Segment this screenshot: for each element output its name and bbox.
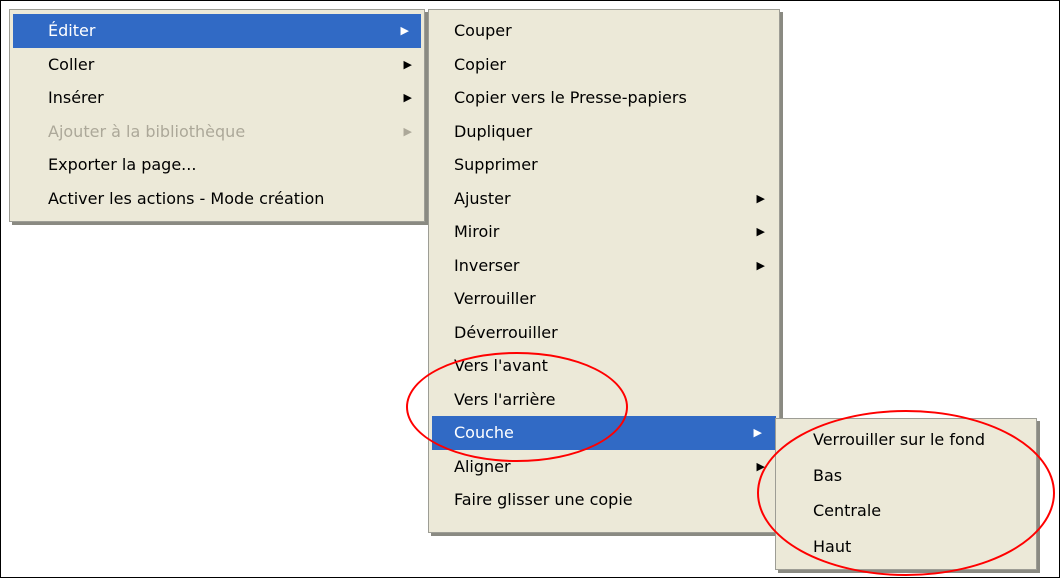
menu-item-bas[interactable]: Bas bbox=[776, 458, 1036, 494]
menu-item-label: Faire glisser une copie bbox=[454, 490, 633, 509]
submenu-arrow-icon: ▶ bbox=[403, 124, 412, 138]
menu-item-label: Déverrouiller bbox=[454, 322, 558, 342]
menu-item-inverser[interactable]: Inverser ▶ bbox=[429, 249, 779, 283]
submenu-arrow-icon: ▶ bbox=[753, 426, 762, 439]
menu-item-copier-presse-papiers[interactable]: Copier vers le Presse-papiers bbox=[429, 81, 779, 115]
menu-item-label: Vers l'avant bbox=[454, 356, 548, 375]
menu-item-label: Ajuster bbox=[454, 188, 511, 208]
layer-submenu: Verrouiller sur le fond Bas Centrale Hau… bbox=[775, 418, 1037, 570]
menu-item-deverrouiller[interactable]: Déverrouiller bbox=[429, 316, 779, 350]
menu-item-label: Insérer bbox=[48, 88, 104, 107]
menu-item-label: Copier vers le Presse-papiers bbox=[454, 88, 687, 107]
menu-item-label: Supprimer bbox=[454, 155, 538, 174]
menu-item-aligner[interactable]: Aligner ▶ bbox=[429, 450, 779, 484]
menu-item-label: Inverser bbox=[454, 255, 520, 275]
menu-item-label: Bas bbox=[813, 465, 843, 485]
submenu-arrow-icon: ▶ bbox=[756, 191, 765, 205]
menu-item-inserer[interactable]: Insérer ▶ bbox=[10, 81, 424, 115]
menu-item-faire-glisser-copie[interactable]: Faire glisser une copie bbox=[429, 483, 779, 517]
menu-item-label: Couche bbox=[454, 423, 514, 442]
submenu-arrow-icon: ▶ bbox=[756, 258, 765, 272]
menu-item-label: Ajouter à la bibliothèque bbox=[48, 121, 246, 141]
submenu-arrow-icon: ▶ bbox=[403, 57, 412, 71]
menu-item-couper[interactable]: Couper bbox=[429, 14, 779, 48]
menu-item-ajuster[interactable]: Ajuster ▶ bbox=[429, 182, 779, 216]
menu-item-label: Coller bbox=[48, 54, 95, 74]
menu-item-label: Éditer bbox=[48, 21, 96, 40]
menu-item-haut[interactable]: Haut bbox=[776, 529, 1036, 565]
menu-item-coller[interactable]: Coller ▶ bbox=[10, 48, 424, 82]
menu-item-label: Aligner bbox=[454, 456, 511, 476]
menu-item-vers-avant[interactable]: Vers l'avant bbox=[429, 349, 779, 383]
menu-item-label: Verrouiller sur le fond bbox=[813, 430, 986, 449]
menu-item-copier[interactable]: Copier bbox=[429, 48, 779, 82]
menu-item-label: Activer les actions - Mode création bbox=[48, 188, 325, 208]
menu-item-miroir[interactable]: Miroir ▶ bbox=[429, 215, 779, 249]
menu-item-exporter-page[interactable]: Exporter la page... bbox=[10, 148, 424, 182]
menu-item-vers-arriere[interactable]: Vers l'arrière bbox=[429, 383, 779, 417]
menu-item-label: Couper bbox=[454, 21, 512, 40]
context-menu: Éditer ▶ Coller ▶ Insérer ▶ Ajouter à la bi… bbox=[9, 9, 425, 222]
menu-item-label: Miroir bbox=[454, 222, 500, 241]
menu-item-editer[interactable]: Éditer ▶ bbox=[13, 14, 421, 48]
submenu-arrow-icon: ▶ bbox=[403, 91, 412, 104]
menu-item-label: Haut bbox=[813, 536, 852, 556]
menu-item-label: Copier bbox=[454, 54, 506, 74]
menu-item-verrouiller-fond[interactable]: Verrouiller sur le fond bbox=[776, 422, 1036, 458]
menu-item-dupliquer[interactable]: Dupliquer bbox=[429, 115, 779, 149]
menu-item-verrouiller[interactable]: Verrouiller bbox=[429, 282, 779, 316]
submenu-arrow-icon: ▶ bbox=[756, 459, 765, 473]
menu-item-supprimer[interactable]: Supprimer bbox=[429, 148, 779, 182]
edit-submenu: Couper Copier Copier vers le Presse-papi… bbox=[428, 9, 780, 533]
menu-item-couche[interactable]: Couche ▶ bbox=[432, 416, 776, 450]
submenu-arrow-icon: ▶ bbox=[400, 24, 409, 37]
menu-item-ajouter-bibliotheque: Ajouter à la bibliothèque ▶ bbox=[10, 115, 424, 149]
menu-item-label: Exporter la page... bbox=[48, 155, 197, 174]
menu-item-label: Dupliquer bbox=[454, 121, 533, 141]
submenu-arrow-icon: ▶ bbox=[756, 225, 765, 238]
menu-item-label: Centrale bbox=[813, 501, 882, 520]
menu-item-centrale[interactable]: Centrale bbox=[776, 493, 1036, 529]
menu-item-label: Verrouiller bbox=[454, 289, 536, 308]
menu-item-activer-actions[interactable]: Activer les actions - Mode création bbox=[10, 182, 424, 216]
menu-item-label: Vers l'arrière bbox=[454, 389, 556, 409]
